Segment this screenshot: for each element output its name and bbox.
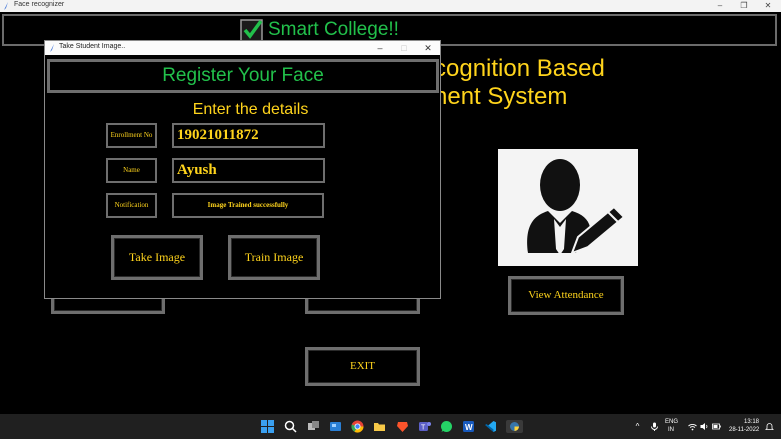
user-edit-icon (527, 159, 626, 255)
clock-date[interactable]: 28-11-2022 (729, 427, 759, 433)
volume-icon[interactable] (700, 422, 709, 431)
enrollment-label: Enrollment No (106, 123, 157, 148)
dialog-maximize-icon[interactable]: □ (396, 41, 412, 55)
region-indicator[interactable]: IN (668, 427, 674, 433)
notification-message: Image Trained successfully (172, 193, 324, 218)
name-input[interactable]: Ayush (172, 158, 325, 183)
maximize-icon[interactable]: ❐ (737, 0, 751, 12)
checkbox-logo-icon (240, 19, 263, 42)
register-title: Register Your Face (162, 65, 324, 86)
task-view-icon[interactable] (307, 420, 320, 433)
enrollment-input[interactable]: 19021011872 (172, 123, 325, 148)
register-user-image (498, 149, 638, 266)
close-icon[interactable]: ✕ (761, 0, 775, 12)
notification-label: Notification (106, 193, 157, 218)
take-student-image-dialog: Take Student Image.. – □ ✕ Register Your… (44, 40, 441, 299)
brave-icon[interactable] (396, 420, 409, 433)
python-feather-icon (50, 44, 54, 52)
minimize-icon[interactable]: – (713, 0, 727, 12)
dialog-title: Take Student Image.. (59, 43, 126, 50)
enter-details-heading: Enter the details (192, 101, 309, 118)
main-window-title: Face recognizer (14, 1, 65, 8)
view-attendance-button[interactable]: View Attendance (508, 276, 624, 315)
vscode-icon[interactable] (484, 420, 497, 433)
python-feather-icon (4, 2, 8, 10)
svg-text:W: W (465, 423, 473, 432)
svg-text:T: T (421, 425, 426, 432)
wifi-icon[interactable] (688, 422, 697, 431)
start-icon[interactable] (261, 420, 274, 433)
word-icon[interactable]: W (462, 420, 475, 433)
take-image-button[interactable]: Take Image (111, 235, 203, 280)
register-title-box: Register Your Face (47, 59, 439, 93)
main-heading-line1: cognition Based (434, 55, 605, 82)
show-hidden-icons-icon[interactable]: ^ (633, 422, 642, 431)
clock-time[interactable]: 13:18 (744, 419, 759, 425)
file-explorer-icon[interactable] (373, 420, 386, 433)
brand-title: Smart College!! (268, 19, 399, 40)
widgets-icon[interactable] (329, 420, 342, 433)
chrome-icon[interactable] (351, 420, 364, 433)
main-window-titlebar[interactable]: Face recognizer – ❐ ✕ (0, 0, 781, 12)
taskbar: T W ^ ENG IN 13:18 28-11-2022 (0, 414, 781, 439)
dialog-close-icon[interactable]: ✕ (420, 41, 436, 55)
exit-button[interactable]: EXIT (305, 347, 420, 386)
teams-icon[interactable]: T (418, 420, 431, 433)
whatsapp-icon[interactable] (440, 420, 453, 433)
notification-bell-icon[interactable] (765, 422, 774, 431)
search-icon[interactable] (284, 420, 297, 433)
dialog-minimize-icon[interactable]: – (372, 41, 388, 55)
python-icon[interactable] (506, 420, 523, 433)
name-label: Name (106, 158, 157, 183)
dialog-titlebar[interactable]: Take Student Image.. – □ ✕ (45, 41, 440, 55)
battery-icon[interactable] (712, 422, 721, 431)
language-indicator[interactable]: ENG (665, 419, 678, 425)
microphone-icon[interactable] (650, 422, 659, 431)
train-image-button[interactable]: Train Image (228, 235, 320, 280)
